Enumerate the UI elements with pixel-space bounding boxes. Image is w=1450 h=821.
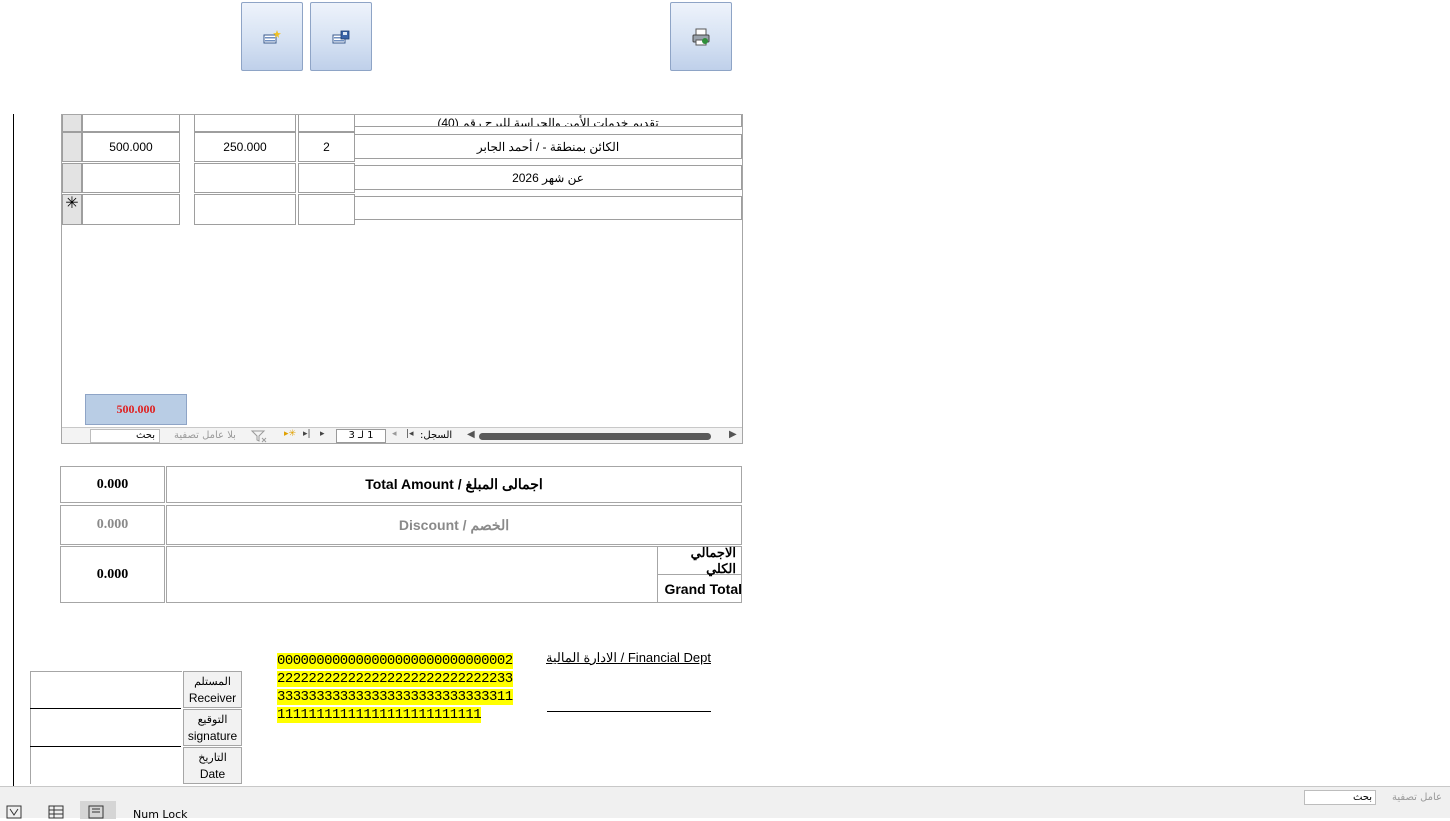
row-selector[interactable] <box>62 163 82 193</box>
signature-label: التوقيع signature <box>183 709 242 746</box>
horizontal-scrollbar[interactable]: ◀ ▶ <box>467 429 742 443</box>
date-label-ar: التاريخ <box>198 752 227 764</box>
amount-cell[interactable] <box>82 163 180 193</box>
new-row-selector[interactable]: ✳ <box>62 194 82 225</box>
discount-label: الخصم / Discount <box>166 505 742 545</box>
highlighted-number-text: 0000000000000000000000000000022222222222… <box>277 653 513 723</box>
description-text: تقديم خدمات الأمن والحراسة للبرج رقم (40… <box>437 116 659 127</box>
qty-cell[interactable] <box>298 115 355 132</box>
status-search-box[interactable]: بحث <box>1304 790 1376 805</box>
layout-view-tab[interactable] <box>80 801 116 819</box>
save-record-icon <box>332 30 350 43</box>
receiver-label-en: Receiver <box>188 691 237 705</box>
datasheet-view-icon[interactable] <box>48 805 64 819</box>
grand-total-box: الاجمالي الكلي Grand Total <box>166 545 742 603</box>
save-record-button[interactable] <box>310 2 372 71</box>
amount-cell[interactable] <box>82 115 180 132</box>
price-cell[interactable]: 250.000 <box>194 132 296 162</box>
grand-total-label-ar: الاجمالي الكلي <box>657 545 742 576</box>
form-left-border <box>0 114 14 786</box>
price-cell[interactable] <box>194 163 296 193</box>
print-icon <box>692 28 710 45</box>
receiver-label-ar: المستلم <box>194 676 231 688</box>
qty-cell[interactable] <box>298 163 355 193</box>
status-filter-label[interactable]: عامل تصفية <box>1392 792 1442 803</box>
status-bar: Num Lock بحث عامل تصفية <box>0 786 1450 821</box>
description-cell[interactable]: تقديم خدمات الأمن والحراسة للبرج رقم (40… <box>354 115 742 127</box>
financial-dept-signature-line <box>547 711 711 712</box>
filter-icon <box>250 430 267 443</box>
qty-cell[interactable] <box>298 194 355 225</box>
price-cell[interactable] <box>194 194 296 225</box>
filter-label: بلا عامل تصفية <box>174 430 236 441</box>
qty-cell[interactable]: 2 <box>298 132 355 162</box>
first-record-icon[interactable]: |◂ <box>406 429 414 439</box>
scroll-right-icon[interactable]: ▶ <box>729 429 737 440</box>
row-selector[interactable] <box>62 115 82 132</box>
new-record-nav-icon[interactable]: ▸✳ <box>284 429 296 439</box>
search-label: بحث <box>135 430 155 441</box>
amount-cell[interactable]: 500.000 <box>82 132 180 162</box>
date-label-en: Date <box>199 767 226 781</box>
signature-line[interactable] <box>30 709 181 747</box>
scroll-left-icon[interactable]: ◀ <box>467 429 475 440</box>
grand-total-label-en: Grand Total <box>657 575 742 603</box>
receiver-line[interactable] <box>30 671 181 709</box>
discount-value[interactable]: 0.000 <box>60 505 165 545</box>
new-record-icon <box>263 29 281 43</box>
status-search-label: بحث <box>1352 792 1372 803</box>
subform-total: 500.000 <box>85 394 187 425</box>
signature-label-en: signature <box>187 729 238 743</box>
line-items-subform: تقديم خدمات الأمن والحراسة للبرج رقم (40… <box>61 114 743 444</box>
description-cell[interactable] <box>354 196 742 220</box>
new-record-button[interactable] <box>241 2 303 71</box>
num-lock-indicator: Num Lock <box>133 808 188 821</box>
record-position-field[interactable]: 1 لـ 3 <box>336 429 386 443</box>
description-cell[interactable]: عن شهر 2026 <box>354 165 742 190</box>
amount-cell[interactable] <box>82 194 180 225</box>
next-record-icon[interactable]: ▸ <box>320 429 325 439</box>
form-view-icon[interactable] <box>6 805 24 819</box>
description-text: عن شهر 2026 <box>512 170 584 185</box>
price-cell[interactable] <box>194 115 296 132</box>
receiver-label: المستلم Receiver <box>183 671 242 708</box>
grand-total-value: 0.000 <box>60 546 165 603</box>
last-record-icon[interactable]: ▸| <box>303 429 311 439</box>
description-text: الكائن بمنطقة - / أحمد الجابر <box>476 139 620 154</box>
total-amount-label: اجمالى المبلغ / Total Amount <box>166 466 742 503</box>
financial-dept-label: الادارة المالية / Financial Dept <box>546 650 711 665</box>
record-navigation-bar: بحث بلا عامل تصفية ▸✳ ▸| ▸ 1 لـ 3 ◂ |◂ ا… <box>62 427 742 443</box>
layout-view-icon <box>88 805 104 819</box>
signature-label-ar: التوقيع <box>197 714 228 726</box>
date-line[interactable] <box>30 747 181 784</box>
previous-record-icon[interactable]: ◂ <box>392 429 397 439</box>
print-button[interactable] <box>670 2 732 71</box>
record-label: السجل: <box>420 430 453 441</box>
scrollbar-thumb[interactable] <box>479 433 711 440</box>
date-label: التاريخ Date <box>183 747 242 784</box>
filter-status[interactable]: بلا عامل تصفية <box>174 430 236 441</box>
total-amount-value: 0.000 <box>60 466 165 503</box>
row-selector[interactable] <box>62 132 82 162</box>
record-position: 1 لـ 3 <box>348 430 374 441</box>
description-cell[interactable]: الكائن بمنطقة - / أحمد الجابر <box>354 134 742 159</box>
search-box[interactable]: بحث <box>90 429 160 443</box>
